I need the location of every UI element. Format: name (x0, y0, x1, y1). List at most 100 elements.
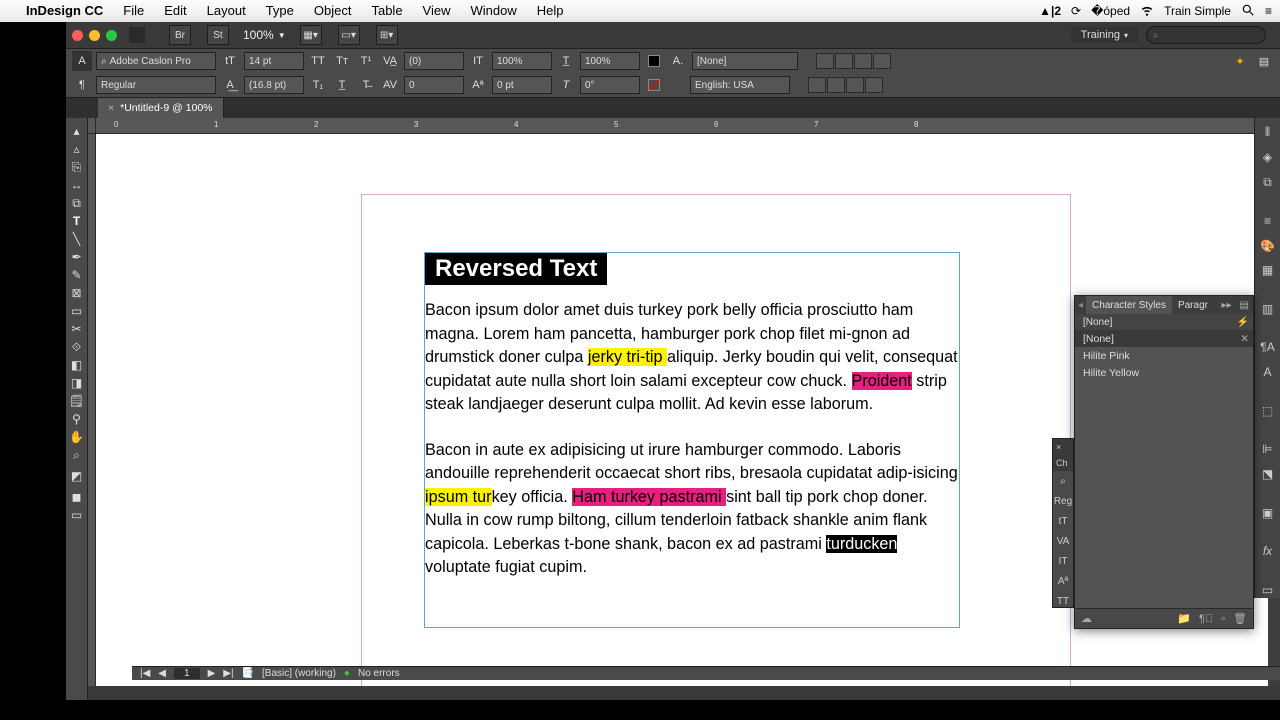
tab-character-styles[interactable]: Character Styles (1086, 296, 1172, 314)
direct-selection-tool-icon[interactable]: ▵ (66, 140, 88, 158)
skew-input[interactable]: 0° (580, 76, 640, 94)
new-style-icon[interactable]: ▫ (1221, 613, 1225, 625)
strikethrough-icon[interactable]: T̶ (356, 75, 376, 95)
page-nav-next-icon[interactable]: ▶ (208, 668, 216, 679)
justify-left-button[interactable] (808, 77, 826, 93)
hilite-pink-span[interactable]: Proident (852, 372, 912, 390)
swatches-panel-icon[interactable]: ▦ (1259, 262, 1277, 279)
preflight-profile[interactable]: [Basic] (working) (262, 668, 336, 679)
close-window-icon[interactable] (72, 30, 83, 41)
style-row-hilite-yellow[interactable]: Hilite Yellow (1075, 364, 1253, 381)
page-number-input[interactable]: 1 (174, 668, 200, 679)
character-styles-panel[interactable]: ◂ Character Styles Paragr ▸▸ ▤ [None] ⚡ … (1074, 295, 1254, 629)
horizontal-ruler[interactable]: 0 1 2 3 4 5 6 7 8 (96, 118, 1268, 134)
quick-apply-icon[interactable]: ✦ (1230, 51, 1250, 71)
align-left-button[interactable] (816, 53, 834, 69)
align-center-button[interactable] (835, 53, 853, 69)
align-justify-button[interactable] (873, 53, 891, 69)
hilite-yellow-span[interactable]: ipsum tur (425, 488, 492, 506)
pages-panel-icon[interactable]: ⫴ (1259, 124, 1277, 141)
menu-file[interactable]: File (113, 0, 154, 22)
links-panel-icon[interactable]: ⧉ (1259, 174, 1277, 191)
page-tool-icon[interactable]: ⎘ (66, 158, 88, 176)
workspace-switcher[interactable]: Training▾ (1071, 27, 1138, 43)
mini-panel-tab[interactable]: Ch (1053, 455, 1073, 471)
mini-font-icon[interactable]: ⌕ (1053, 471, 1073, 491)
text-wrap-panel-icon[interactable]: ▣ (1259, 504, 1277, 521)
view-options-button[interactable]: ▦▾ (300, 25, 322, 45)
sync-icon[interactable]: ☁ (1081, 612, 1092, 625)
effects-panel-icon[interactable]: fx (1259, 543, 1277, 560)
menu-layout[interactable]: Layout (197, 0, 256, 22)
close-tab-icon[interactable]: × (108, 102, 114, 114)
justify-full-button[interactable] (865, 77, 883, 93)
wifi-icon[interactable] (1140, 3, 1154, 20)
hilite-pink-span[interactable]: Ham turkey pastrami (572, 488, 726, 506)
menubar-extras-icon[interactable]: ≡ (1265, 4, 1272, 18)
mini-baseline-icon[interactable]: Aª (1053, 571, 1073, 591)
tab-paragraph-styles[interactable]: Paragr (1172, 296, 1214, 314)
delete-style-icon[interactable]: 🗑 (1233, 612, 1247, 625)
mini-caps-icon[interactable]: TT (1053, 591, 1073, 611)
eyedropper-tool-icon[interactable]: ⚲ (66, 410, 88, 428)
mini-kerning-icon[interactable]: VA (1053, 531, 1073, 551)
align-panel-icon[interactable]: ⊫ (1259, 441, 1277, 458)
pen-tool-icon[interactable]: ✒ (66, 248, 88, 266)
body-text[interactable]: Bacon ipsum dolor amet duis turkey pork … (425, 299, 959, 580)
mini-panel-close-icon[interactable]: × (1056, 442, 1061, 452)
line-tool-icon[interactable]: ╲ (66, 230, 88, 248)
text-frame[interactable]: Reversed Text Bacon ipsum dolor amet dui… (424, 252, 960, 628)
hscale-input[interactable]: 100% (580, 52, 640, 70)
character-panel-collapsed[interactable]: × Ch ⌕ Reg tT VA IT Aª TT (1052, 438, 1074, 608)
preflight-errors[interactable]: No errors (358, 668, 400, 679)
menu-edit[interactable]: Edit (154, 0, 196, 22)
panel-menu-icon[interactable]: ▤ (1254, 51, 1274, 71)
menu-help[interactable]: Help (527, 0, 574, 22)
stock-button[interactable]: St (207, 25, 229, 45)
cc-libraries-icon[interactable]: ▥ (1259, 301, 1277, 318)
style-group-icon[interactable]: 📁 (1177, 612, 1191, 625)
fill-stroke-swap-icon[interactable]: ◩ (66, 464, 88, 488)
stroke-panel-icon[interactable]: ≡ (1259, 212, 1277, 229)
text-selection[interactable]: turducken (826, 535, 897, 553)
subscript-icon[interactable]: T₁ (308, 75, 328, 95)
dropbox-icon[interactable]: �óped (1091, 4, 1130, 18)
smallcaps-icon[interactable]: Tᴛ (332, 51, 352, 71)
gap-tool-icon[interactable]: ↔ (66, 176, 88, 194)
justify-right-button[interactable] (846, 77, 864, 93)
minimize-window-icon[interactable] (89, 30, 100, 41)
panel-collapse-icon[interactable]: ◂ (1075, 300, 1086, 311)
mini-style-icon[interactable]: Reg (1053, 491, 1073, 511)
fill-icon[interactable] (644, 51, 664, 71)
pencil-tool-icon[interactable]: ✎ (66, 266, 88, 284)
character-mode-icon[interactable]: A (72, 51, 92, 71)
type-tool-icon[interactable]: T (66, 212, 88, 230)
font-family-input[interactable]: ⌕Adobe Caslon Pro (96, 52, 216, 70)
color-panel-icon[interactable]: 🎨 (1259, 237, 1277, 254)
allcaps-icon[interactable]: TT (308, 51, 328, 71)
menu-type[interactable]: Type (256, 0, 304, 22)
kerning-input[interactable]: (0) (404, 52, 464, 70)
rectangle-frame-tool-icon[interactable]: ⊠ (66, 284, 88, 302)
apply-color-icon[interactable]: ◼ (66, 488, 88, 506)
language-select[interactable]: English: USA (690, 76, 790, 94)
style-row-hilite-pink[interactable]: Hilite Pink (1075, 347, 1253, 364)
app-menu[interactable]: InDesign CC (16, 0, 113, 22)
underline-icon[interactable]: T̲ (332, 75, 352, 95)
help-search-input[interactable]: ⌕ (1146, 26, 1266, 44)
align-right-button[interactable] (854, 53, 872, 69)
tracking-input[interactable]: 0 (404, 76, 464, 94)
rectangle-tool-icon[interactable]: ▭ (66, 302, 88, 320)
arrange-documents-button[interactable]: ⊞▾ (376, 25, 398, 45)
scissors-tool-icon[interactable]: ✂ (66, 320, 88, 338)
panel-expand-icon[interactable]: ▸▸ (1218, 300, 1236, 311)
character-styles-panel-icon[interactable]: A (1259, 364, 1277, 381)
stroke-icon[interactable] (644, 75, 664, 95)
zoom-tool-icon[interactable]: ⌕ (66, 446, 88, 464)
paragraph-mode-icon[interactable]: ¶ (72, 75, 92, 95)
free-transform-tool-icon[interactable]: ⟐ (66, 338, 88, 356)
updates-icon[interactable]: ⟳ (1071, 4, 1081, 18)
mini-vscale-icon[interactable]: IT (1053, 551, 1073, 571)
open-preflight-icon[interactable]: 📑 (242, 668, 254, 679)
selection-tool-icon[interactable]: ▴ (66, 122, 88, 140)
